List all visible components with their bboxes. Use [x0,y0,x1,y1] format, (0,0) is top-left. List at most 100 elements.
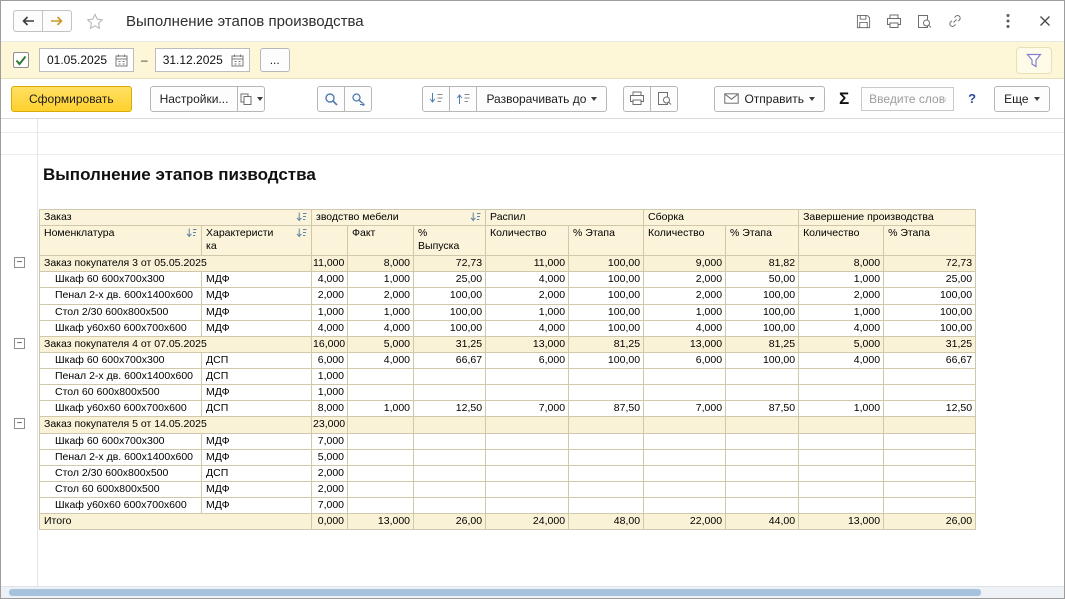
value-cell[interactable] [644,369,726,385]
value-cell[interactable]: 6,000 [644,352,726,368]
value-cell[interactable] [884,481,976,497]
print-icon[interactable] [885,13,903,30]
total-row[interactable]: Итого0,00013,00026,0024,00048,0022,00044… [40,514,976,530]
save-icon[interactable] [855,13,872,30]
value-cell[interactable]: 48,00 [569,514,644,530]
value-cell[interactable]: 11,000 [312,256,348,272]
column-header[interactable]: Количество [486,226,569,256]
sort-icon[interactable] [296,228,307,238]
characteristic-cell[interactable]: ДСП [202,465,312,481]
back-button[interactable] [13,10,43,32]
settings-button[interactable]: Настройки... [150,86,239,112]
print-preview-button[interactable] [650,86,678,112]
filter-icon[interactable] [1016,47,1052,74]
collapse-levels-button[interactable] [422,86,450,112]
characteristic-cell[interactable]: МДФ [202,449,312,465]
value-cell[interactable]: 4,000 [644,320,726,336]
value-cell[interactable]: 1,000 [644,304,726,320]
value-cell[interactable]: 2,000 [312,481,348,497]
value-cell[interactable] [569,369,644,385]
value-cell[interactable] [348,481,414,497]
value-cell[interactable] [644,433,726,449]
nomenclature-cell[interactable]: Шкаф у60х60 600х700х600 [40,320,202,336]
value-cell[interactable]: 9,000 [644,256,726,272]
nomenclature-row[interactable]: Шкаф 60 600х700х300МДФ4,0001,00025,004,0… [40,272,976,288]
value-cell[interactable]: 66,67 [884,352,976,368]
report-area[interactable]: Выполнение этапов пизводства Заказзводст… [1,119,1064,586]
find-next-button[interactable] [344,86,372,112]
value-cell[interactable]: 5,000 [312,449,348,465]
value-cell[interactable]: 100,00 [884,288,976,304]
value-cell[interactable]: 13,000 [799,514,884,530]
value-cell[interactable]: 100,00 [569,288,644,304]
value-cell[interactable] [414,369,486,385]
value-cell[interactable] [644,465,726,481]
date-to-input[interactable] [156,53,226,67]
value-cell[interactable] [348,465,414,481]
column-header[interactable]: Количество [799,226,884,256]
value-cell[interactable] [348,417,414,433]
value-cell[interactable]: 100,00 [726,320,799,336]
value-cell[interactable]: 1,000 [312,385,348,401]
value-cell[interactable] [414,465,486,481]
order-group-row[interactable]: −Заказ покупателя 5 от 14.05.202523,000 [40,417,976,433]
value-cell[interactable] [569,481,644,497]
value-cell[interactable] [644,481,726,497]
column-header[interactable]: Номенклатура [40,226,202,256]
value-cell[interactable]: 100,00 [726,352,799,368]
value-cell[interactable]: 23,000 [312,417,348,433]
value-cell[interactable] [486,498,569,514]
value-cell[interactable] [414,385,486,401]
value-cell[interactable] [414,498,486,514]
value-cell[interactable]: 2,000 [348,288,414,304]
value-cell[interactable] [884,465,976,481]
value-cell[interactable]: 1,000 [348,401,414,417]
nomenclature-row[interactable]: Стол 60 600х800х500МДФ2,000 [40,481,976,497]
period-options-button[interactable]: ... [260,48,290,72]
value-cell[interactable]: 1,000 [312,369,348,385]
collapse-group-toggle[interactable]: − [14,418,25,429]
value-cell[interactable]: 16,000 [312,336,348,352]
value-cell[interactable]: 72,73 [884,256,976,272]
value-cell[interactable]: 81,25 [726,336,799,352]
value-cell[interactable] [414,417,486,433]
value-cell[interactable]: 100,00 [569,272,644,288]
value-cell[interactable] [486,481,569,497]
nomenclature-row[interactable]: Стол 2/30 600х800х500ДСП2,000 [40,465,976,481]
forward-button[interactable] [42,10,72,32]
characteristic-cell[interactable]: ДСП [202,352,312,368]
value-cell[interactable] [799,417,884,433]
value-cell[interactable]: 66,67 [414,352,486,368]
nomenclature-cell[interactable]: Стол 60 600х800х500 [40,481,202,497]
value-cell[interactable]: 4,000 [486,272,569,288]
value-cell[interactable]: 1,000 [799,272,884,288]
value-cell[interactable] [884,417,976,433]
value-cell[interactable]: 1,000 [348,272,414,288]
column-header[interactable] [312,226,348,256]
characteristic-cell[interactable]: МДФ [202,481,312,497]
characteristic-cell[interactable]: МДФ [202,288,312,304]
send-button[interactable]: Отправить [714,86,825,112]
value-cell[interactable] [884,385,976,401]
date-from-input[interactable] [40,53,110,67]
value-cell[interactable]: 4,000 [312,272,348,288]
value-cell[interactable]: 2,000 [312,288,348,304]
calendar-icon[interactable] [110,49,133,71]
nomenclature-row[interactable]: Пенал 2-х дв. 600х1400х600МДФ5,000 [40,449,976,465]
value-cell[interactable]: 100,00 [726,304,799,320]
value-cell[interactable]: 100,00 [569,352,644,368]
value-cell[interactable]: 5,000 [348,336,414,352]
value-cell[interactable]: 4,000 [799,320,884,336]
value-cell[interactable] [726,369,799,385]
generate-button[interactable]: Сформировать [11,86,132,112]
column-header[interactable]: % Этапа [726,226,799,256]
preview-icon[interactable] [916,13,933,30]
value-cell[interactable]: 100,00 [884,304,976,320]
nomenclature-row[interactable]: Стол 2/30 600х800х500МДФ1,0001,000100,00… [40,304,976,320]
print-button[interactable] [623,86,651,112]
value-cell[interactable] [726,417,799,433]
value-cell[interactable] [644,498,726,514]
nomenclature-row[interactable]: Шкаф у60х60 600х700х600МДФ4,0004,000100,… [40,320,976,336]
value-cell[interactable] [726,465,799,481]
column-group-header[interactable]: Сборка [644,210,799,226]
